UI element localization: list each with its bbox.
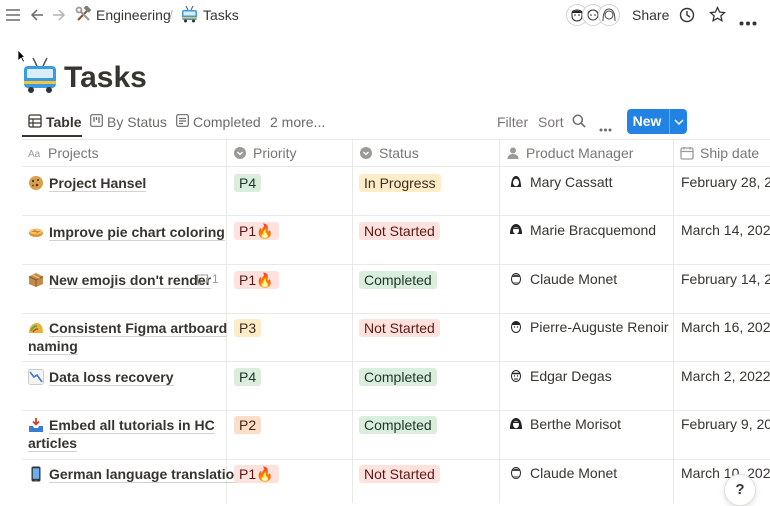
tab-by-status[interactable]: By Status <box>107 114 167 130</box>
back-arrow-icon[interactable] <box>30 8 44 25</box>
ship-date[interactable]: March 16, 2022 <box>681 319 770 335</box>
select-icon <box>359 146 373 163</box>
text-aa-icon: Aa <box>28 146 42 163</box>
breadcrumb-engineering[interactable]: Engineering <box>96 7 171 23</box>
product-manager-name[interactable]: Berthe Morisot <box>530 416 621 432</box>
table-icon <box>28 114 42 131</box>
ship-date[interactable]: February 14, 2022 <box>681 271 770 287</box>
inbox-tray-icon <box>28 417 44 433</box>
view-more-options-icon[interactable] <box>599 119 612 135</box>
chevron-down-icon[interactable] <box>672 109 686 137</box>
project-name-continued[interactable]: articles <box>28 434 78 452</box>
new-button-label: New <box>632 113 662 129</box>
help-button[interactable]: ? <box>724 474 756 506</box>
project-name[interactable]: Project Hansel <box>49 174 147 192</box>
hammer-wrench-icon <box>75 5 92 26</box>
pie-icon <box>28 224 44 240</box>
avatar <box>508 368 524 384</box>
help-label: ? <box>735 481 745 498</box>
avatar <box>598 4 620 26</box>
status-tag[interactable]: Completed <box>359 368 437 386</box>
calendar-icon <box>680 146 694 163</box>
avatar <box>508 271 524 287</box>
new-button[interactable]: New <box>627 109 687 134</box>
product-manager-name[interactable]: Edgar Degas <box>530 368 612 384</box>
more-views-button[interactable]: 2 more... <box>270 114 325 130</box>
clock-history-icon[interactable] <box>679 7 695 26</box>
priority-tag[interactable]: P4 <box>234 368 262 386</box>
more-options-icon[interactable] <box>739 13 757 29</box>
product-manager-name[interactable]: Claude Monet <box>530 465 617 481</box>
chart-down-icon <box>28 369 44 385</box>
active-tab-indicator <box>22 135 82 137</box>
tab-table[interactable]: Table <box>46 114 82 130</box>
collaborator-avatars[interactable] <box>566 4 620 26</box>
forward-arrow-icon[interactable] <box>52 8 66 25</box>
priority-tag[interactable]: P2 <box>234 416 262 434</box>
avatar <box>508 416 524 432</box>
avatar <box>508 174 524 190</box>
top-bar: Engineering / Tasks Share <box>0 0 770 31</box>
status-tag[interactable]: In Progress <box>359 174 441 192</box>
sort-button[interactable]: Sort <box>538 114 564 130</box>
avatar <box>508 222 524 238</box>
priority-tag[interactable]: P1🔥 <box>234 222 279 240</box>
tab-completed[interactable]: Completed <box>193 114 261 130</box>
hamburger-menu-icon[interactable] <box>6 8 20 25</box>
priority-tag[interactable]: P1🔥 <box>234 271 279 289</box>
taco-icon <box>28 320 44 336</box>
trolleybus-icon <box>181 5 198 26</box>
star-icon[interactable] <box>709 5 726 26</box>
project-name[interactable]: Consistent Figma artboard <box>49 319 228 337</box>
share-button[interactable]: Share <box>632 7 669 23</box>
page-title: Tasks <box>64 61 147 94</box>
product-manager-name[interactable]: Marie Bracquemond <box>530 222 656 238</box>
comment-icon[interactable] <box>196 273 209 289</box>
filter-button[interactable]: Filter <box>497 114 528 130</box>
comment-count: 1 <box>212 272 219 286</box>
project-name-continued[interactable]: naming <box>28 337 78 355</box>
project-name[interactable]: Embed all tutorials in HC <box>49 416 215 434</box>
status-tag[interactable]: Not Started <box>359 465 440 483</box>
product-manager-name[interactable]: Claude Monet <box>530 271 617 287</box>
priority-tag[interactable]: P4 <box>234 174 262 192</box>
project-name[interactable]: New emojis don't render <box>49 271 212 289</box>
mobile-phone-icon <box>28 466 44 482</box>
priority-tag[interactable]: P3 <box>234 319 262 337</box>
ship-date[interactable]: February 28, 2022 <box>681 174 770 190</box>
ship-date[interactable]: February 9, 2022 <box>681 416 770 432</box>
project-name[interactable]: Data loss recovery <box>49 368 174 386</box>
ship-date[interactable]: March 10, 2022 <box>681 465 770 481</box>
cookie-icon <box>28 175 44 191</box>
search-icon[interactable] <box>572 114 586 131</box>
product-manager-name[interactable]: Pierre-Auguste Renoir <box>530 319 669 335</box>
avatar <box>508 465 524 481</box>
product-manager-name[interactable]: Mary Cassatt <box>530 174 612 190</box>
ship-date[interactable]: March 14, 2022 <box>681 222 770 238</box>
status-tag[interactable]: Completed <box>359 416 437 434</box>
status-tag[interactable]: Not Started <box>359 319 440 337</box>
project-name[interactable]: German language translation <box>49 465 243 483</box>
svg-text:Aa: Aa <box>28 149 41 160</box>
breadcrumb-tasks[interactable]: Tasks <box>203 7 239 23</box>
status-tag[interactable]: Not Started <box>359 222 440 240</box>
list-icon <box>176 114 189 130</box>
package-icon <box>28 272 44 288</box>
status-tag[interactable]: Completed <box>359 271 437 289</box>
board-icon <box>90 114 103 130</box>
select-icon <box>233 146 247 163</box>
project-name[interactable]: Improve pie chart coloring <box>49 223 225 241</box>
person-icon <box>506 146 520 163</box>
trolleybus-icon[interactable] <box>22 57 58 94</box>
ship-date[interactable]: March 2, 2022 <box>681 368 770 384</box>
priority-tag[interactable]: P1🔥 <box>234 465 279 483</box>
avatar <box>508 319 524 335</box>
breadcrumb-separator: / <box>169 7 173 23</box>
